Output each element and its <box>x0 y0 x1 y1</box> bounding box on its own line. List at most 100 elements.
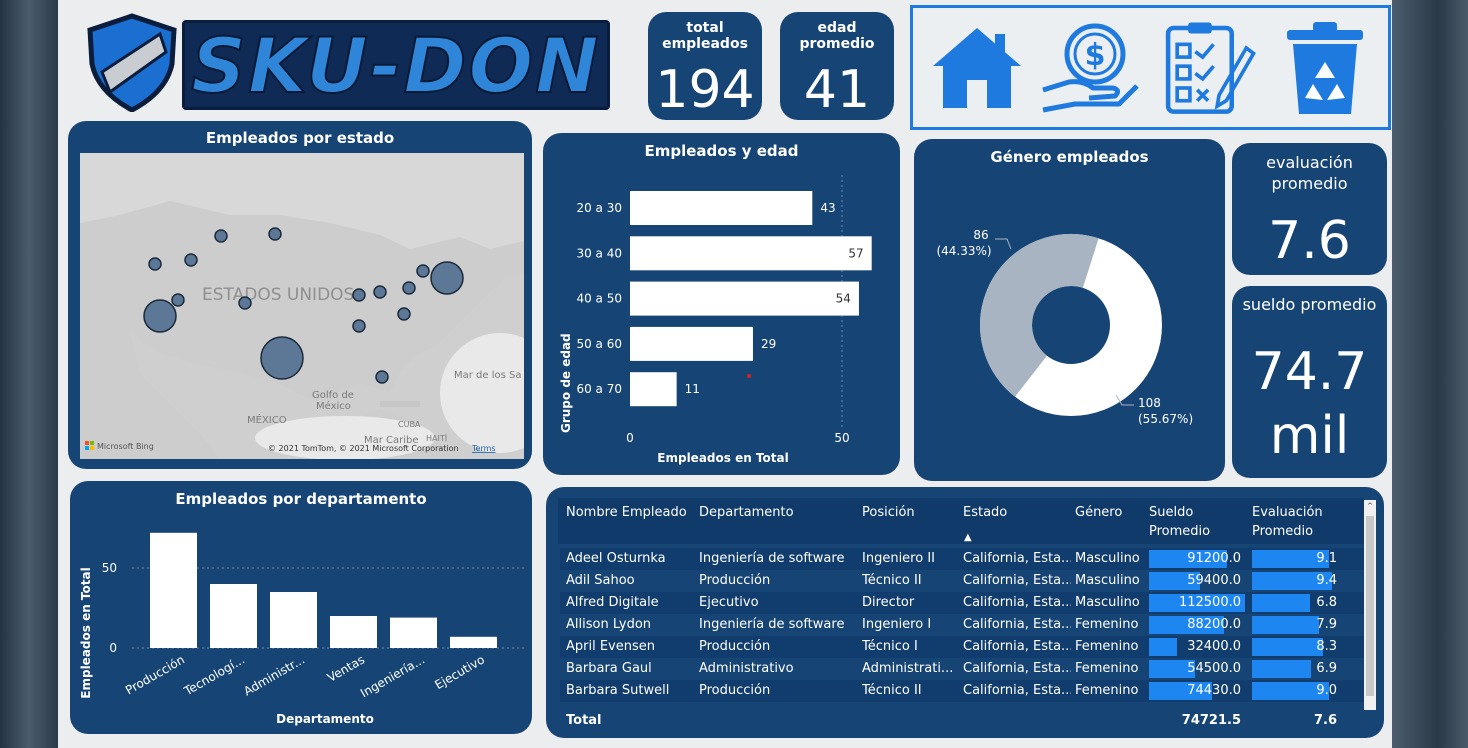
kpi-avg-age: edad promedio 41 <box>780 12 894 120</box>
dept-chart-ylabel: Empleados en Total <box>79 567 93 698</box>
col-header-position[interactable]: Posición <box>862 503 915 525</box>
age-bar[interactable] <box>630 281 859 316</box>
map-bubble[interactable] <box>375 370 389 384</box>
map-attribution: © 2021 TomTom, © 2021 Microsoft Corporat… <box>268 444 459 453</box>
table-row[interactable]: April Evensen Producción Técnico I Californ… <box>560 636 1366 658</box>
scrollbar-thumb[interactable] <box>1366 516 1374 696</box>
table-row[interactable]: Alfred Digitale Ejecutivo Director Californ… <box>560 592 1366 614</box>
map-bubble[interactable] <box>352 288 366 302</box>
cell-gender: Masculino <box>1075 573 1140 588</box>
age-chart-xlabel: Empleados en Total <box>657 451 788 465</box>
cell-gender: Femenino <box>1075 683 1139 698</box>
table-row[interactable]: Adeel Osturnka Ingeniería de software Inge… <box>560 548 1366 570</box>
donut-label-gray: 86 <box>973 228 988 242</box>
dept-category-label: Tecnologí... <box>181 652 247 698</box>
map-bubble[interactable] <box>352 319 366 333</box>
employee-map[interactable]: ESTADOS UNIDOS Golfo de México MÉXICO CU… <box>80 153 524 459</box>
red-dot-marker <box>747 374 751 378</box>
brand-logo: SKU-DON <box>82 12 612 112</box>
table-header-row: Nombre Empleado Departamento Posición Es… <box>560 500 1366 546</box>
dept-chart-card: Empleados por departamento 50 0 Empleado… <box>70 481 532 734</box>
cell-name: Alfred Digitale <box>566 595 659 610</box>
age-bar[interactable] <box>630 191 813 225</box>
svg-text:Microsoft Bing: Microsoft Bing <box>97 442 154 451</box>
age-xtick: 50 <box>834 431 849 445</box>
age-bar-value: 11 <box>685 382 700 396</box>
kpi-total-employees: total empleados 194 <box>648 12 762 120</box>
age-bar[interactable] <box>630 326 753 361</box>
map-bubble[interactable] <box>238 296 252 310</box>
background-left <box>0 0 58 748</box>
age-category-label: 30 a 40 <box>576 246 622 260</box>
cell-name: Barbara Sutwell <box>566 683 670 698</box>
age-chart-ylabel: Grupo de edad <box>559 333 573 433</box>
col-header-gender[interactable]: Género <box>1075 503 1122 525</box>
map-bubble[interactable] <box>214 229 228 243</box>
age-bar-value: 29 <box>761 337 776 351</box>
col-header-eval[interactable]: Promedio <box>1252 522 1313 544</box>
map-terms-link[interactable]: Terms <box>471 444 496 453</box>
dept-bar[interactable] <box>150 532 197 648</box>
map-bubble[interactable] <box>397 307 411 321</box>
donut-label-white: 108 <box>1138 396 1161 410</box>
total-salary: 74721.5 <box>1181 713 1241 728</box>
map-bubble[interactable] <box>148 257 162 271</box>
home-icon <box>933 28 1021 108</box>
recycle-button[interactable] <box>1275 18 1375 118</box>
cell-eval: 9.1 <box>1316 551 1337 566</box>
cell-state: California, Esta... <box>963 661 1071 676</box>
table-row[interactable]: Barbara Gaul Administrativo Administrati..… <box>560 658 1366 680</box>
map-bubble[interactable] <box>402 281 416 295</box>
map-bubble[interactable] <box>416 264 430 278</box>
col-header-salary[interactable]: Promedio <box>1149 522 1210 544</box>
map-bubble[interactable] <box>171 293 185 307</box>
table-row[interactable]: Allison Lydon Ingeniería de software Ingen… <box>560 614 1366 636</box>
dept-chart-xlabel: Departamento <box>276 712 374 726</box>
map-bubble[interactable] <box>184 253 198 267</box>
dept-category-label: Administr... <box>241 652 307 698</box>
col-header-state[interactable]: Estado <box>963 503 1007 525</box>
home-button[interactable] <box>927 18 1027 118</box>
dept-category-label: Ingeniería... <box>358 652 427 700</box>
dept-bar[interactable] <box>330 616 377 648</box>
dept-bar[interactable] <box>390 617 437 648</box>
cell-name: April Evensen <box>566 639 656 654</box>
donut-label-gray-pct: (44.33%) <box>936 244 991 258</box>
dept-category-label: Ejecutivo <box>432 652 487 692</box>
evaluation-button[interactable] <box>1159 18 1259 118</box>
cell-position: Técnico II <box>862 573 922 588</box>
dept-bar[interactable] <box>450 636 497 648</box>
kpi-avg-salary: sueldo promedio 74.7 mil <box>1232 286 1387 478</box>
cell-state: California, Esta... <box>963 551 1071 566</box>
dept-ytick: 50 <box>102 561 117 575</box>
kpi-value: mil <box>1269 406 1350 466</box>
age-bar[interactable] <box>630 236 872 271</box>
table-scrollbar[interactable]: ⌃ <box>1364 500 1376 710</box>
dept-bar[interactable] <box>270 592 317 648</box>
cell-position: Director <box>862 595 915 610</box>
col-header-dept[interactable]: Departamento <box>699 503 794 525</box>
cell-department: Producción <box>699 639 771 654</box>
age-bar[interactable] <box>630 372 677 407</box>
kpi-value: 194 <box>655 60 755 120</box>
cell-department: Ejecutivo <box>699 595 759 610</box>
map-bubble[interactable] <box>373 285 387 299</box>
age-category-label: 60 a 70 <box>576 382 622 396</box>
table-row[interactable]: Barbara Sutwell Producción Técnico II Calif… <box>560 680 1366 702</box>
kpi-label: total <box>686 20 724 36</box>
map-bubble[interactable] <box>143 299 177 333</box>
kpi-label: promedio <box>1271 174 1348 193</box>
col-header-name[interactable]: Nombre Empleado <box>566 503 687 525</box>
cell-department: Ingeniería de software <box>699 551 845 566</box>
table-row[interactable]: Adil Sahoo Producción Técnico II California… <box>560 570 1366 592</box>
dept-bar[interactable] <box>210 584 257 648</box>
cell-eval: 9.4 <box>1316 573 1337 588</box>
cell-gender: Femenino <box>1075 617 1139 632</box>
scroll-up-icon[interactable]: ⌃ <box>1365 502 1375 514</box>
gender-chart-card: Género empleados 86 (44.33%) 108 (55.67%… <box>914 139 1225 481</box>
map-bubble[interactable] <box>268 227 282 241</box>
map-bubble[interactable] <box>260 336 304 380</box>
map-label-sea: Mar de los Sa <box>454 370 522 381</box>
map-bubble[interactable] <box>430 261 464 295</box>
salary-button[interactable]: $ <box>1039 18 1139 118</box>
